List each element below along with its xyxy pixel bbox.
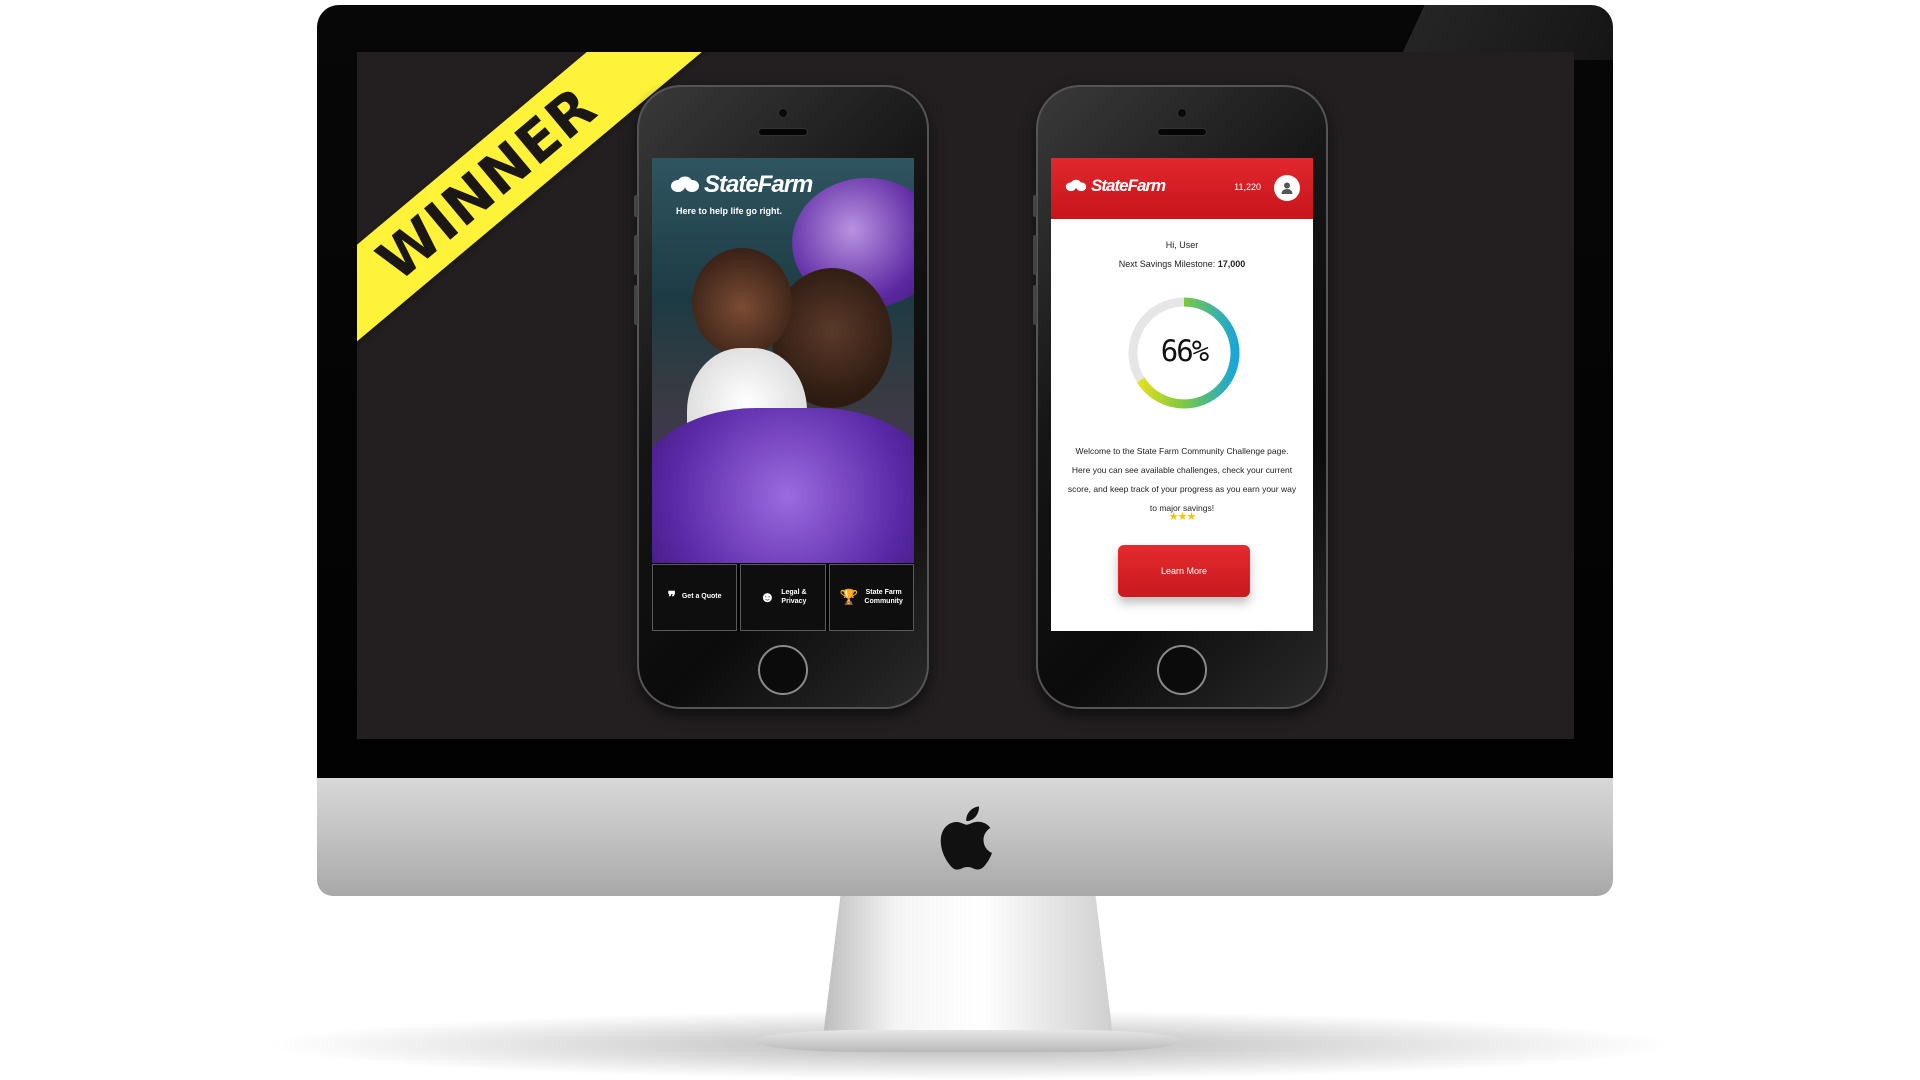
user-shield-icon: ☻ <box>759 589 776 606</box>
apple-logo-icon <box>940 806 992 870</box>
star-icon: ★ <box>1186 511 1196 523</box>
milestone-label: Next Savings Milestone: <box>1118 259 1216 269</box>
bottom-tiles: ❞ Get a Quote ☻ Legal & Privacy 🏆 State F… <box>652 564 914 631</box>
statefarm-ovals-icon <box>671 176 699 192</box>
points-counter: 11,220 <box>1234 182 1261 192</box>
milestone-value: 17,000 <box>1217 259 1246 269</box>
hero-photo: StateFarm Here to help life go right. <box>652 158 914 563</box>
statefarm-wordmark: StateFarm <box>1091 176 1166 195</box>
statefarm-logo: StateFarm <box>1065 176 1166 196</box>
statefarm-ovals-icon <box>1065 179 1087 192</box>
baby-face-shape <box>692 248 792 356</box>
milestone: Next Savings Milestone: 17,000 <box>1051 259 1313 269</box>
phone-volume-down <box>634 285 638 325</box>
learn-more-button[interactable]: Learn More <box>1118 545 1250 597</box>
statefarm-wordmark: StateFarm <box>704 171 813 198</box>
phone-landing: StateFarm Here to help life go right. ❞ … <box>634 85 929 709</box>
home-button[interactable] <box>1157 645 1207 695</box>
phone-mute-switch <box>634 195 638 217</box>
phone-volume-down <box>1033 285 1037 325</box>
phone-volume-up <box>1033 235 1037 275</box>
avatar[interactable] <box>1274 175 1300 201</box>
star-icon: ★ <box>1168 511 1179 523</box>
imac-stand-base <box>755 1030 1181 1052</box>
phone-speaker <box>759 129 807 135</box>
tile-get-quote[interactable]: ❞ Get a Quote <box>652 564 738 631</box>
phone-speaker <box>1158 129 1206 135</box>
phone-mute-switch <box>1033 195 1037 217</box>
user-icon <box>1281 182 1293 194</box>
tile-community[interactable]: 🏆 State Farm Community <box>828 564 914 631</box>
tile-label: Get a Quote <box>681 593 722 601</box>
home-button[interactable] <box>758 645 808 695</box>
greeting: Hi, User <box>1165 240 1199 250</box>
phone-volume-up <box>634 235 638 275</box>
landing-screen: StateFarm Here to help life go right. ❞ … <box>652 158 914 631</box>
quote-icon: ❞ <box>667 589 676 606</box>
challenge-screen: StateFarm 11,220 Hi, User Next Savings M… <box>1051 158 1313 631</box>
welcome-text: Welcome to the State Farm Community Chal… <box>1067 446 1297 513</box>
imac-screen: WINNER StateFarm Here to help life go ri… <box>357 52 1574 739</box>
phone-challenge: StateFarm 11,220 Hi, User Next Savings M… <box>1033 85 1328 709</box>
app-header: StateFarm 11,220 <box>1051 158 1313 219</box>
tile-label: Legal & Privacy <box>781 589 807 605</box>
winner-label: WINNER <box>365 74 609 294</box>
star-rating: ★★★ <box>1051 510 1313 523</box>
tile-legal-privacy[interactable]: ☻ Legal & Privacy <box>740 564 826 631</box>
trophy-icon: 🏆 <box>839 589 859 606</box>
dress-pattern-shape <box>652 408 914 563</box>
tagline: Here to help life go right. <box>676 206 783 216</box>
tile-label: State Farm Community <box>864 589 903 605</box>
statefarm-logo: StateFarm <box>670 171 813 199</box>
phone-camera <box>779 109 787 117</box>
phone-camera <box>1178 109 1186 117</box>
progress-percent: 66% <box>1160 334 1209 368</box>
